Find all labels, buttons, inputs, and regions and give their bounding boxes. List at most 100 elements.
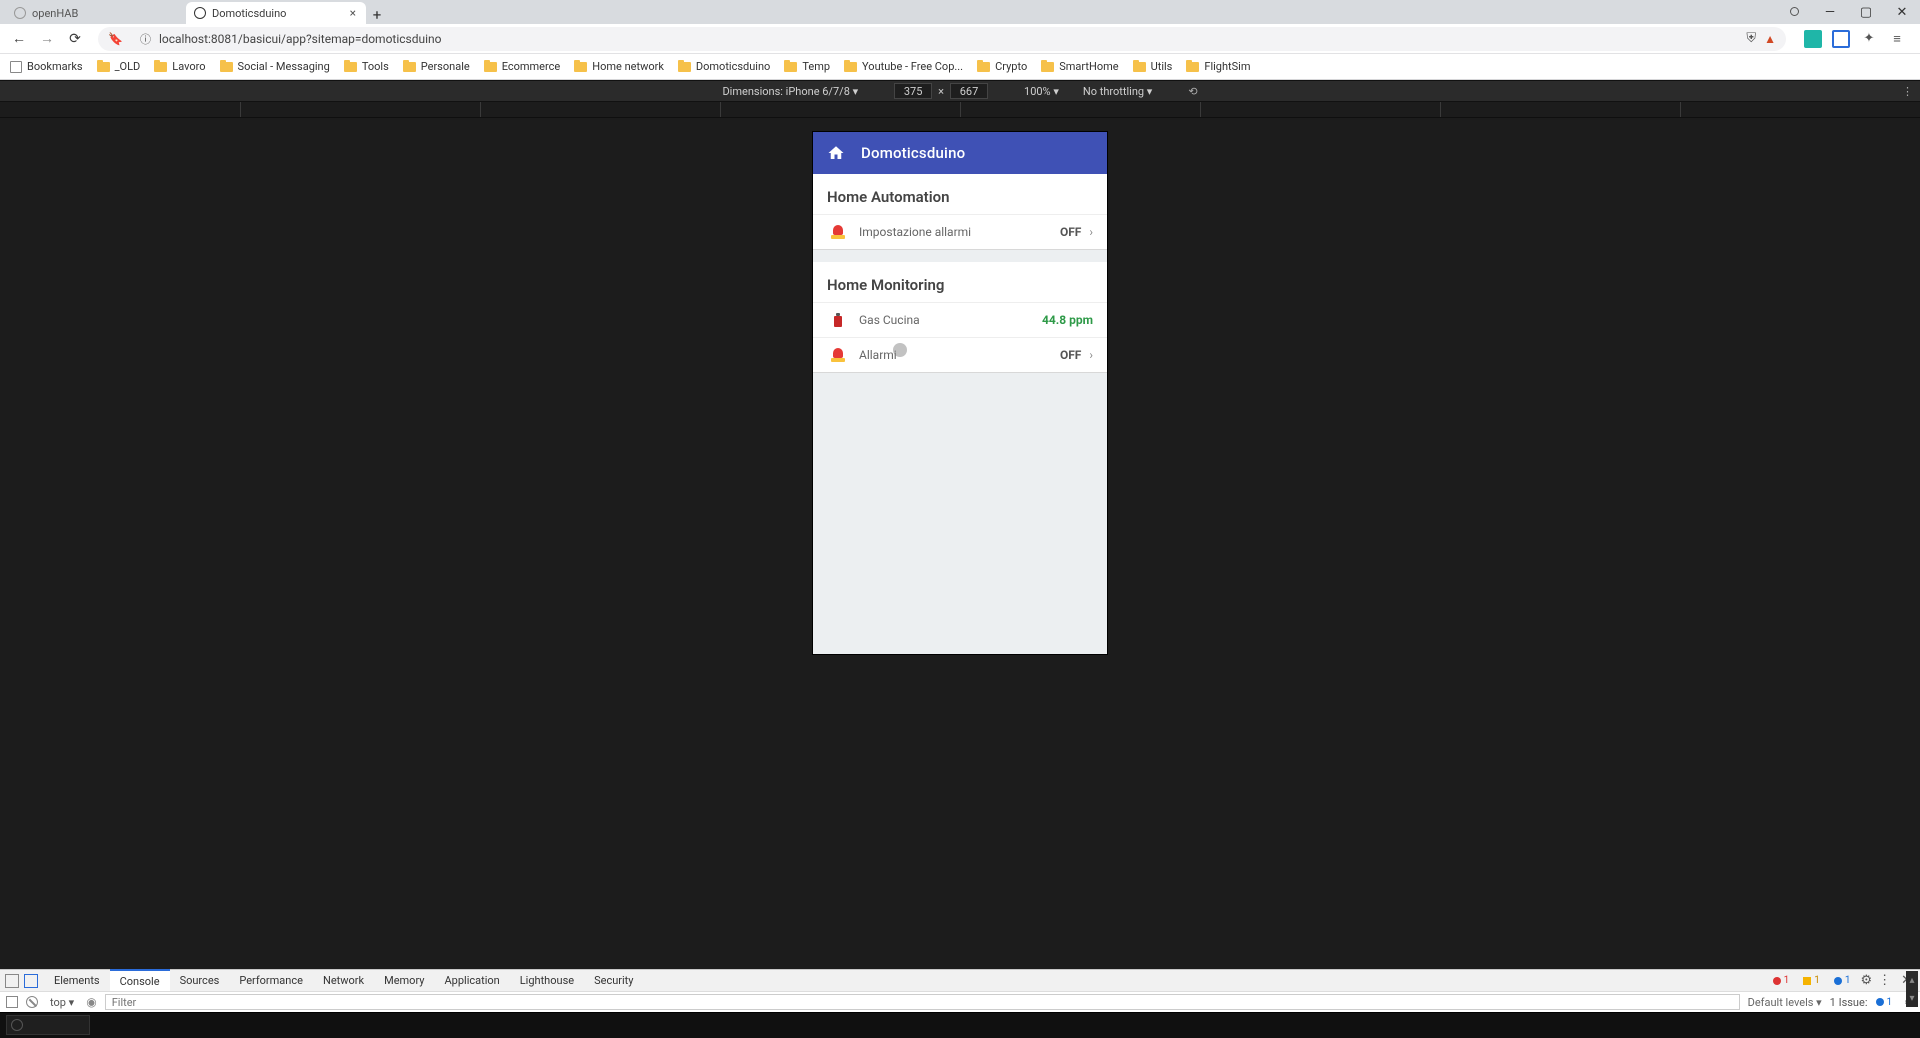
bookmark-label: Youtube - Free Cop... bbox=[862, 60, 963, 73]
devtools-more-icon[interactable]: ⋮ bbox=[1878, 973, 1891, 988]
throttling-dropdown[interactable]: No throttling ▾ bbox=[1083, 85, 1152, 98]
bookmark-folder-lavoro[interactable]: Lavoro bbox=[154, 60, 205, 73]
info-badge[interactable]: 1 bbox=[1830, 975, 1855, 986]
brave-rewards-icon[interactable]: ▲ bbox=[1764, 32, 1776, 46]
app-header: Domoticsduino bbox=[813, 132, 1107, 174]
bookmark-folder-ecommerce[interactable]: Ecommerce bbox=[484, 60, 561, 73]
bookmarks-manager[interactable]: Bookmarks bbox=[10, 60, 83, 73]
devtools-tab-elements[interactable]: Elements bbox=[44, 970, 110, 991]
devtools-tab-sources[interactable]: Sources bbox=[170, 970, 230, 991]
item-allarmi[interactable]: Allarmi OFF › bbox=[813, 337, 1107, 372]
devtools-tab-security[interactable]: Security bbox=[584, 970, 643, 991]
back-button[interactable]: ← bbox=[8, 28, 30, 50]
bookmark-page-icon[interactable]: 🔖 bbox=[108, 32, 123, 46]
badge-count: 1 bbox=[1887, 997, 1893, 1008]
ext-icon-teal[interactable] bbox=[1804, 30, 1822, 48]
devtools-tab-network[interactable]: Network bbox=[313, 970, 374, 991]
console-filter-input[interactable] bbox=[105, 994, 1740, 1010]
tab-title: Domoticsduino bbox=[212, 7, 286, 20]
bookmark-folder-homenetwork[interactable]: Home network bbox=[574, 60, 664, 73]
taskbar-app[interactable] bbox=[6, 1015, 90, 1035]
minimize-icon[interactable]: — bbox=[1812, 5, 1848, 20]
device-width-input[interactable] bbox=[894, 83, 932, 99]
alarm-icon bbox=[827, 225, 849, 239]
live-expression-icon[interactable]: ◉ bbox=[86, 995, 96, 1009]
favicon-openhab bbox=[14, 7, 26, 19]
rotate-icon[interactable]: ⟲ bbox=[1188, 85, 1197, 98]
url-box[interactable]: 🔖 ⓘ localhost:8081/basicui/app?sitemap=d… bbox=[98, 27, 1786, 51]
bookmark-label: SmartHome bbox=[1059, 60, 1118, 73]
item-impostazione-allarmi[interactable]: Impostazione allarmi OFF › bbox=[813, 214, 1107, 249]
bookmark-folder-youtube[interactable]: Youtube - Free Cop... bbox=[844, 60, 963, 73]
shield-icon[interactable]: ⛨ bbox=[1746, 31, 1756, 46]
devtools-settings-icon[interactable]: ⚙ bbox=[1860, 973, 1872, 988]
bookmark-label: Home network bbox=[592, 60, 664, 73]
bookmark-folder-social[interactable]: Social - Messaging bbox=[220, 60, 330, 73]
bookmark-label: Lavoro bbox=[172, 60, 205, 73]
devtools-tab-lighthouse[interactable]: Lighthouse bbox=[510, 970, 584, 991]
bookmark-label: Utils bbox=[1151, 60, 1173, 73]
devtools-tab-memory[interactable]: Memory bbox=[374, 970, 434, 991]
ruler bbox=[0, 102, 1920, 118]
tab-label: Sources bbox=[180, 974, 220, 987]
device-height-input[interactable] bbox=[950, 83, 988, 99]
tab-label: Lighthouse bbox=[520, 974, 574, 987]
menu-icon[interactable]: ≡ bbox=[1888, 30, 1906, 48]
folder-icon bbox=[844, 62, 857, 72]
devtools-tab-application[interactable]: Application bbox=[434, 970, 509, 991]
scrollbar-down-icon[interactable]: ▾ bbox=[1906, 989, 1918, 1007]
device-toolbar-more-icon[interactable]: ⋮ bbox=[1902, 85, 1914, 98]
scrollbar-up-icon[interactable]: ▴ bbox=[1906, 971, 1918, 989]
devtools-tab-performance[interactable]: Performance bbox=[229, 970, 313, 991]
bookmark-folder-personale[interactable]: Personale bbox=[403, 60, 470, 73]
browser-tab-openhab[interactable]: openHAB bbox=[6, 2, 186, 24]
devtools-tab-bar: Elements Console Sources Performance Net… bbox=[0, 969, 1920, 991]
bookmark-folder-utils[interactable]: Utils bbox=[1133, 60, 1173, 73]
bookmark-folder-smarthome[interactable]: SmartHome bbox=[1041, 60, 1118, 73]
inspect-icon[interactable] bbox=[5, 974, 19, 988]
bookmark-folder-flightsim[interactable]: FlightSim bbox=[1186, 60, 1250, 73]
folder-icon bbox=[220, 62, 233, 72]
error-badge[interactable]: 1 bbox=[1769, 975, 1794, 986]
bookmark-folder-crypto[interactable]: Crypto bbox=[977, 60, 1027, 73]
home-icon[interactable] bbox=[827, 144, 845, 162]
forward-button[interactable]: → bbox=[36, 28, 58, 50]
devtools-tab-console[interactable]: Console bbox=[110, 969, 170, 991]
warning-badge[interactable]: 1 bbox=[1799, 975, 1824, 986]
clear-console-icon[interactable] bbox=[26, 996, 38, 1008]
folder-icon bbox=[977, 62, 990, 72]
pip-icon[interactable] bbox=[1776, 5, 1812, 20]
device-frame: Domoticsduino Home Automation Impostazio… bbox=[813, 132, 1107, 654]
issues-indicator[interactable]: 1 Issue: 1 bbox=[1830, 996, 1904, 1009]
console-context-dropdown[interactable]: top ▾ bbox=[46, 996, 78, 1009]
bookmark-folder-old[interactable]: _OLD bbox=[97, 60, 141, 73]
app-title: Domoticsduino bbox=[861, 144, 965, 162]
close-tab-icon[interactable]: × bbox=[350, 6, 356, 20]
reload-button[interactable]: ⟳ bbox=[64, 28, 86, 50]
bookmark-folder-tools[interactable]: Tools bbox=[344, 60, 389, 73]
bookmark-folder-domoticsduino[interactable]: Domoticsduino bbox=[678, 60, 770, 73]
item-gas-cucina[interactable]: Gas Cucina 44.8 ppm bbox=[813, 302, 1107, 337]
zoom-dropdown[interactable]: 100% ▾ bbox=[1024, 85, 1059, 98]
toggle-device-icon[interactable] bbox=[24, 974, 38, 988]
site-info-icon[interactable]: ⓘ bbox=[140, 31, 151, 47]
log-levels-dropdown[interactable]: Default levels ▾ bbox=[1748, 996, 1830, 1009]
bookmark-label: Domoticsduino bbox=[696, 60, 770, 73]
maximize-icon[interactable]: ▢ bbox=[1848, 5, 1884, 20]
new-tab-button[interactable]: + bbox=[366, 6, 388, 24]
console-sidebar-toggle-icon[interactable] bbox=[6, 996, 18, 1008]
section-home-automation: Home Automation Impostazione allarmi OFF… bbox=[813, 174, 1107, 250]
tab-label: Network bbox=[323, 974, 364, 987]
extensions-icon[interactable]: ✦ bbox=[1860, 30, 1878, 48]
folder-icon bbox=[97, 62, 110, 72]
device-dimensions-dropdown[interactable]: Dimensions: iPhone 6/7/8 ▾ bbox=[722, 85, 858, 98]
item-label: Gas Cucina bbox=[859, 313, 1042, 327]
badge-count: 1 bbox=[1845, 975, 1851, 986]
browser-tab-domoticsduino[interactable]: Domoticsduino × bbox=[186, 2, 366, 24]
close-window-icon[interactable]: ✕ bbox=[1884, 5, 1920, 20]
bookmark-label: Crypto bbox=[995, 60, 1027, 73]
bookmark-folder-temp[interactable]: Temp bbox=[784, 60, 830, 73]
ext-icon-blue[interactable] bbox=[1832, 30, 1850, 48]
badge-count: 1 bbox=[1784, 975, 1790, 986]
item-value: OFF bbox=[1060, 348, 1081, 362]
